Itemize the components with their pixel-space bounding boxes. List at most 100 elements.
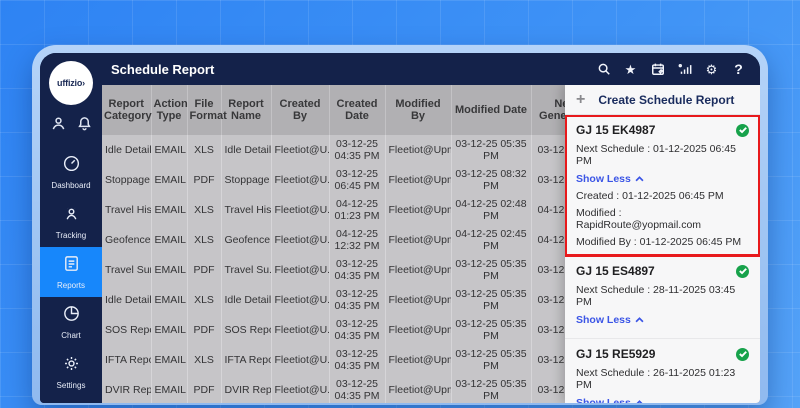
card-title-row: GJ 15 EK4987 [576,123,749,137]
table-cell: 03-12-25 05:35 PM [451,285,532,315]
table-row[interactable]: Travel His...EMAILXLSTravel Hist...Fleet… [102,195,601,225]
table-cell: Travel Hist... [221,195,272,225]
column-header[interactable]: Action Type [151,85,188,135]
table-cell: XLS [187,225,222,255]
column-header[interactable]: Created By [271,85,330,135]
column-header[interactable]: Created Date [329,85,386,135]
star-icon[interactable]: ★ [623,62,638,77]
search-icon[interactable] [596,62,611,77]
table-cell: Travel Sum... [102,255,152,285]
table-row[interactable]: Travel Sum...EMAILPDFTravel Su...Fleetio… [102,255,601,285]
table-cell: 03-12-25 06:45 PM [329,165,386,195]
table-row[interactable]: Idle Detail EMAIL XLS Idle Detail Fleetiot@U… [102,285,601,315]
show-less-link[interactable]: Show Less [576,397,749,403]
vehicle-name: GJ 15 EK4987 [576,123,656,137]
schedule-report-table: Report Category Action Type File Format Rep… [102,85,601,403]
table-cell: Idle Detail [102,135,152,165]
gear-icon[interactable]: ⚙ [704,62,719,77]
sidebar-item-chart[interactable]: Chart [40,297,102,347]
schedule-card[interactable]: GJ 15 RE5929 Next Schedule : 26-11-2025 … [565,339,760,403]
table-cell: Idle Detail [221,135,272,165]
sidebar-item-label: Tracking [55,231,87,240]
table-cell: Fleetiot@U... [271,255,330,285]
table-cell: Fleetiot@U... [271,135,330,165]
table-cell: Fleetiot@U... [271,225,330,255]
table-row[interactable]: IFTA ReportEMAILXLSIFTA ReportFleetiot@U… [102,345,601,375]
table-cell: EMAIL [151,375,188,403]
column-header[interactable]: Report Category [102,85,152,135]
card-details: Created : 01-12-2025 06:45 PM Modified : … [576,190,749,248]
table-cell: Fleetiot@Upmai... [385,255,452,285]
user-icon[interactable] [51,116,66,136]
table-cell: Fleetiot@Upmai... [385,165,452,195]
table-cell: Fleetiot@U... [271,375,330,403]
sidebar-item-dashboard[interactable]: Dashboard [40,147,102,197]
success-check-icon [736,123,749,137]
table-cell: Fleetiot@Upmai... [385,375,452,403]
chevron-up-icon [635,314,644,326]
table-cell: 03-12-25 04:35 PM [329,135,386,165]
table-cell: Fleetiot@U... [271,285,330,315]
column-header[interactable]: Modified Date [451,85,532,135]
show-less-link[interactable]: Show Less [576,173,749,185]
table-cell: Fleetiot@Upmai... [385,135,452,165]
table-cell: Fleetiot@Upmai... [385,195,452,225]
table-cell: Idle Detail [102,285,152,315]
sidebar-item-tracking[interactable]: Tracking [40,197,102,247]
table-cell: 03-12-25 08:32 PM [451,165,532,195]
card-title-row: GJ 15 ES4897 [576,264,749,278]
schedule-calendar-icon[interactable] [650,62,665,77]
table-row[interactable]: DVIR ReportEMAILPDFDVIR ReportFleetiot@U… [102,375,601,403]
create-schedule-panel: + Create Schedule Report GJ 15 EK4987 Ne… [565,85,760,403]
table-cell: 03-12-25 05:35 PM [451,135,532,165]
table-cell: XLS [187,135,222,165]
sidebar-item-settings[interactable]: Settings [40,347,102,397]
create-schedule-report-button[interactable]: + Create Schedule Report [565,85,760,115]
table-cell: 03-12-25 04:35 PM [329,255,386,285]
sidebar-nav: Dashboard Tracking Reports Chart Setting… [40,147,102,397]
table-cell: Stoppage ... [221,165,272,195]
sidebar-item-label: Chart [61,331,81,340]
app-shell: uffizio› Dashboard Tracking Reports Char… [40,53,760,403]
sidebar: uffizio› Dashboard Tracking Reports Char… [40,53,102,403]
reports-icon [62,254,81,278]
success-check-icon [736,347,749,361]
table-cell: EMAIL [151,165,188,195]
table-cell: Fleetiot@U... [271,195,330,225]
table-cell: 04-12-25 01:23 PM [329,195,386,225]
table-cell: 03-12-25 05:35 PM [451,375,532,403]
app-window: uffizio› Dashboard Tracking Reports Char… [32,45,768,405]
show-less-link[interactable]: Show Less [576,314,749,326]
plus-icon: + [576,90,586,108]
table-row[interactable]: Stoppage S...EMAILPDFStoppage ...Fleetio… [102,165,601,195]
vehicle-name: GJ 15 RE5929 [576,347,656,361]
sidebar-item-reports[interactable]: Reports [40,247,102,297]
column-header[interactable]: Modified By [385,85,452,135]
column-header[interactable]: File Format [187,85,227,135]
table-cell: Geofence [102,225,152,255]
table-row[interactable]: GeofenceEMAILXLSGeofenceFleetiot@U...04-… [102,225,601,255]
schedule-card[interactable]: GJ 15 EK4987 Next Schedule : 01-12-2025 … [565,115,760,257]
show-less-label: Show Less [576,397,631,403]
table-cell: EMAIL [151,255,188,285]
table-cell: 03-12-25 04:35 PM [329,375,386,403]
card-detail-line: Created : 01-12-2025 06:45 PM [576,190,724,202]
table-cell: Fleetiot@U... [271,345,330,375]
table-cell: Geofence [221,225,272,255]
table-cell: Fleetiot@Upmai... [385,285,452,315]
bell-icon[interactable] [77,116,92,136]
table-row[interactable]: Idle Detail EMAIL XLS Idle Detail Fleetiot@U… [102,135,601,165]
pie-chart-icon [62,304,81,328]
column-header[interactable]: Report Name [221,85,272,135]
table-cell: DVIR Report [102,375,152,403]
help-icon[interactable]: ? [731,61,746,77]
card-title-row: GJ 15 RE5929 [576,347,749,361]
schedule-card[interactable]: GJ 15 ES4897 Next Schedule : 28-11-2025 … [565,256,760,339]
table-cell: EMAIL [151,195,188,225]
signal-icon[interactable] [677,62,692,77]
table-row[interactable]: SOS ReportEMAILPDFSOS Repo...Fleetiot@U.… [102,315,601,345]
table-cell: 04-12-25 12:32 PM [329,225,386,255]
sidebar-item-label: Settings [56,381,86,390]
table-cell: Fleetiot@U... [271,165,330,195]
table-header-row: Report Category Action Type File Format Rep… [102,85,601,135]
